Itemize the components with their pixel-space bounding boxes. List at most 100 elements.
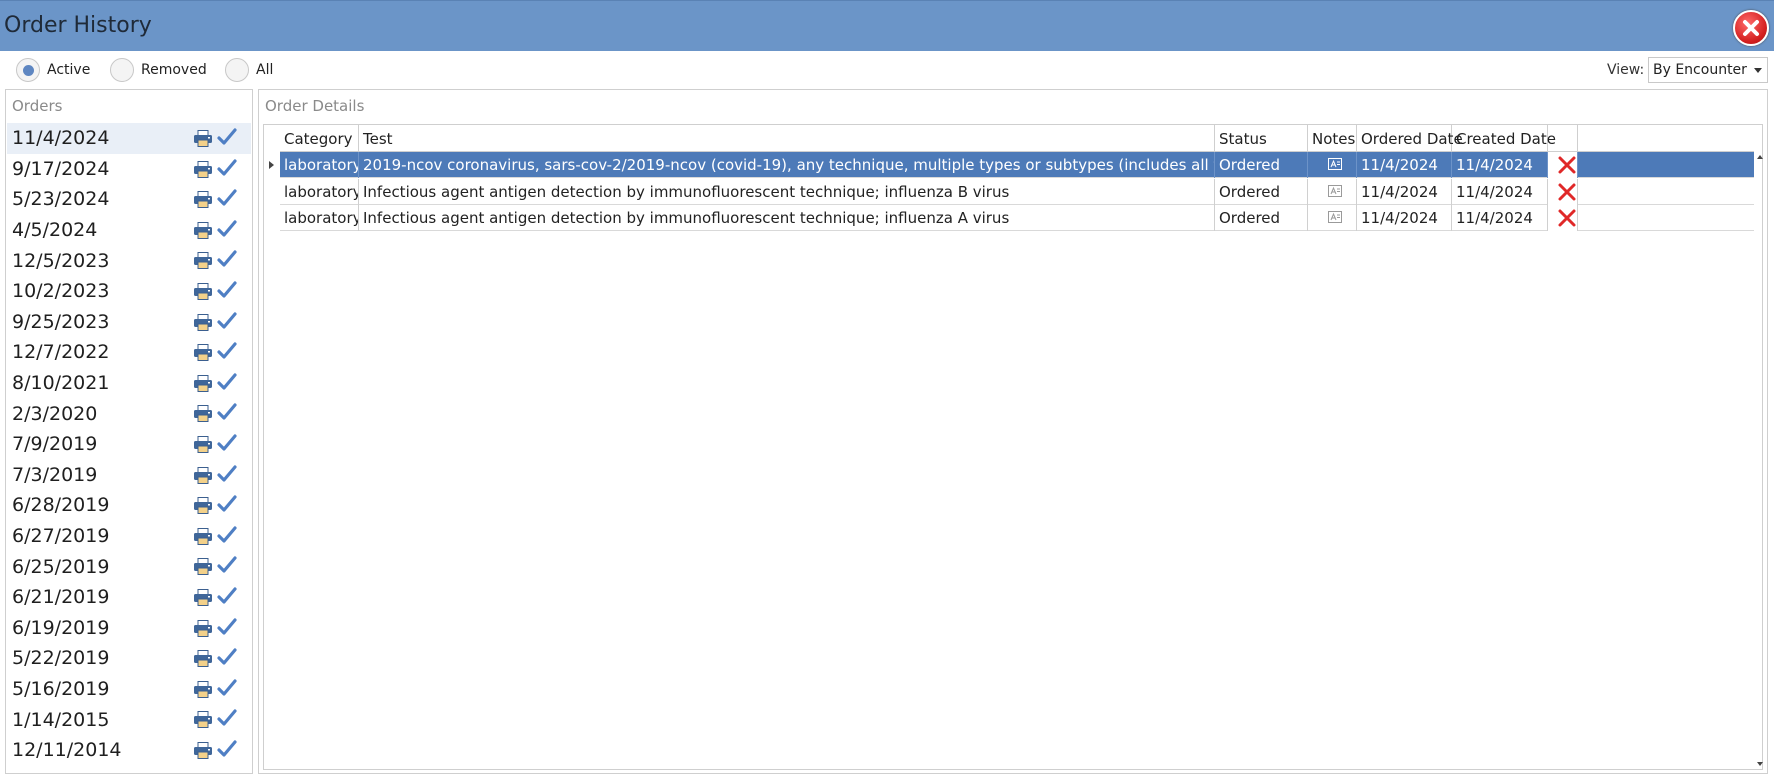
printer-icon[interactable]: [193, 191, 213, 209]
order-list-item[interactable]: 8/10/2021: [7, 368, 251, 399]
checkmark-icon[interactable]: [217, 526, 237, 544]
cell-test: Infectious agent antigen detection by im…: [359, 178, 1215, 205]
table-row[interactable]: laboratory 2019-ncov coronavirus, sars-co…: [280, 152, 1754, 178]
checkmark-icon[interactable]: [217, 434, 237, 452]
order-date: 1/14/2015: [12, 708, 110, 731]
checkmark-icon[interactable]: [217, 587, 237, 605]
checkmark-icon[interactable]: [217, 556, 237, 574]
col-header-category[interactable]: Category: [280, 125, 359, 152]
checkmark-icon[interactable]: [217, 250, 237, 268]
checkmark-icon[interactable]: [217, 495, 237, 513]
order-list-item[interactable]: 6/19/2019: [7, 613, 251, 644]
order-list-item[interactable]: 12/5/2023: [7, 245, 251, 276]
checkmark-icon[interactable]: [217, 342, 237, 360]
cell-notes[interactable]: [1308, 152, 1357, 178]
printer-icon[interactable]: [193, 252, 213, 270]
checkmark-icon[interactable]: [217, 189, 237, 207]
printer-icon[interactable]: [193, 374, 213, 392]
order-list-item[interactable]: 1/14/2015: [7, 704, 251, 735]
note-icon[interactable]: [1328, 184, 1342, 197]
printer-icon[interactable]: [193, 619, 213, 637]
printer-icon[interactable]: [193, 558, 213, 576]
printer-icon[interactable]: [193, 497, 213, 515]
radio-all[interactable]: All: [225, 57, 273, 83]
printer-icon[interactable]: [193, 680, 213, 698]
checkmark-icon[interactable]: [217, 679, 237, 697]
cell-status: Ordered: [1215, 178, 1308, 205]
col-header-ordered-date[interactable]: Ordered Date: [1357, 125, 1463, 152]
col-header-actions: [1548, 125, 1578, 152]
cell-delete[interactable]: [1548, 205, 1578, 231]
checkmark-icon[interactable]: [217, 281, 237, 299]
printer-icon[interactable]: [193, 313, 213, 331]
order-list-item[interactable]: 7/3/2019: [7, 460, 251, 491]
order-list-item[interactable]: 9/25/2023: [7, 307, 251, 338]
order-list-item[interactable]: 10/2/2023: [7, 276, 251, 307]
scroll-down-icon[interactable]: [1757, 762, 1763, 766]
scroll-up-icon[interactable]: [1757, 155, 1763, 159]
printer-icon[interactable]: [193, 741, 213, 759]
checkmark-icon[interactable]: [217, 158, 237, 177]
checkmark-icon[interactable]: [217, 220, 237, 238]
radio-removed-indicator: [110, 58, 134, 82]
note-icon[interactable]: [1328, 211, 1342, 223]
table-row[interactable]: laboratory Infectious agent antigen detec…: [280, 205, 1754, 231]
col-header-test[interactable]: Test: [359, 125, 1215, 152]
checkmark-icon[interactable]: [217, 128, 237, 146]
col-header-status[interactable]: Status: [1215, 125, 1308, 152]
delete-x-icon[interactable]: [1557, 182, 1577, 202]
order-list-item[interactable]: 9/17/2024: [7, 154, 251, 185]
printer-icon[interactable]: [193, 221, 213, 239]
delete-x-icon[interactable]: [1557, 155, 1577, 175]
printer-icon[interactable]: [193, 435, 213, 453]
order-list-item[interactable]: 12/7/2022: [7, 337, 251, 368]
order-list-item[interactable]: 5/23/2024: [7, 184, 251, 215]
radio-active[interactable]: Active: [16, 57, 90, 83]
order-list-item[interactable]: 5/22/2019: [7, 643, 251, 674]
printer-icon[interactable]: [193, 130, 213, 147]
close-window-button[interactable]: [1733, 10, 1769, 46]
order-date: 7/9/2019: [12, 433, 98, 456]
checkmark-icon[interactable]: [217, 403, 237, 421]
order-list-item[interactable]: 6/25/2019: [7, 551, 251, 582]
table-row[interactable]: laboratory Infectious agent antigen detec…: [280, 178, 1754, 205]
printer-icon[interactable]: [193, 650, 213, 668]
order-list-item[interactable]: 11/4/2024: [7, 123, 251, 154]
checkmark-icon[interactable]: [217, 617, 237, 636]
checkmark-icon[interactable]: [217, 464, 237, 483]
radio-removed[interactable]: Removed: [110, 57, 207, 83]
note-icon[interactable]: [1328, 158, 1342, 170]
printer-icon[interactable]: [193, 527, 213, 545]
order-list-item[interactable]: 5/16/2019: [7, 674, 251, 705]
checkmark-icon[interactable]: [217, 740, 237, 758]
col-header-notes[interactable]: Notes: [1308, 125, 1357, 152]
order-list-item[interactable]: 6/28/2019: [7, 490, 251, 521]
vertical-scrollbar[interactable]: [1756, 152, 1764, 769]
printer-icon[interactable]: [193, 160, 213, 178]
cell-notes[interactable]: [1308, 205, 1357, 231]
cell-delete[interactable]: [1548, 152, 1578, 178]
printer-icon[interactable]: [193, 466, 213, 484]
order-list-item[interactable]: 6/27/2019: [7, 521, 251, 552]
radio-all-indicator: [225, 58, 249, 82]
printer-icon[interactable]: [193, 405, 213, 423]
order-details-title: Order Details: [265, 97, 365, 115]
printer-icon[interactable]: [193, 711, 213, 729]
cell-notes[interactable]: [1308, 178, 1357, 205]
checkmark-icon[interactable]: [217, 648, 237, 666]
printer-icon[interactable]: [193, 282, 213, 300]
cell-delete[interactable]: [1548, 178, 1578, 205]
checkmark-icon[interactable]: [217, 709, 237, 727]
order-list-item[interactable]: 12/11/2014: [7, 735, 251, 766]
view-dropdown[interactable]: By Encounter: [1648, 57, 1768, 83]
order-list-item[interactable]: 4/5/2024: [7, 215, 251, 246]
printer-icon[interactable]: [193, 344, 213, 362]
checkmark-icon[interactable]: [217, 311, 237, 330]
col-header-created-date[interactable]: Created Date: [1452, 125, 1556, 152]
delete-x-icon[interactable]: [1557, 208, 1577, 228]
order-list-item[interactable]: 2/3/2020: [7, 398, 251, 429]
order-list-item[interactable]: 7/9/2019: [7, 429, 251, 460]
printer-icon[interactable]: [193, 588, 213, 606]
checkmark-icon[interactable]: [217, 373, 237, 391]
order-list-item[interactable]: 6/21/2019: [7, 582, 251, 613]
